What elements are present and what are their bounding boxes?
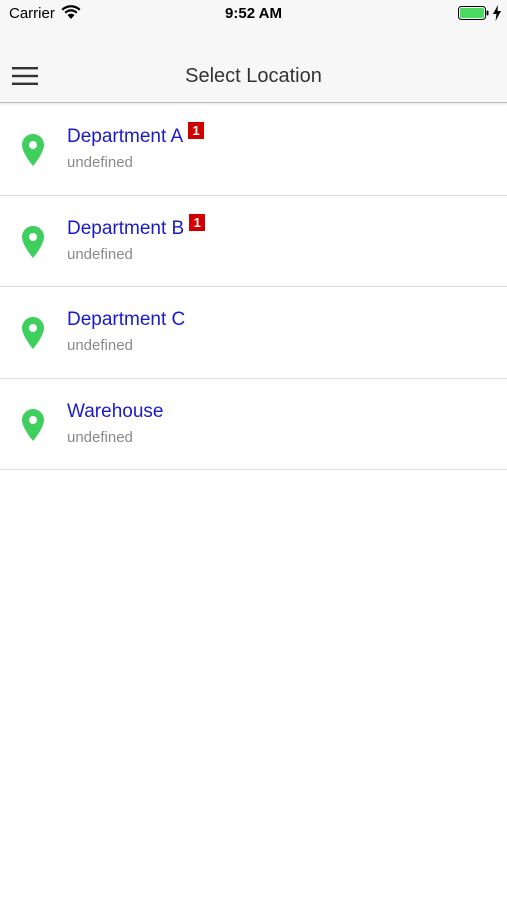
notification-badge: 1: [189, 213, 206, 231]
location-subtitle: undefined: [67, 428, 133, 446]
location-pin-icon: [22, 134, 44, 166]
status-time: 9:52 AM: [225, 5, 282, 22]
location-name-label: Department B: [67, 217, 185, 239]
location-list: Department A 1 undefined Department B 1 …: [0, 104, 507, 470]
location-name-label: Department A: [67, 126, 184, 147]
location-item[interactable]: Department C undefined: [0, 287, 507, 379]
battery-icon: [458, 6, 489, 20]
location-name-label: Warehouse: [67, 400, 164, 422]
location-name-label: Department C: [67, 309, 186, 330]
location-item[interactable]: Department B 1 undefined: [0, 196, 507, 287]
location-pin-icon: [22, 225, 44, 258]
location-pin-icon: [22, 317, 44, 349]
notification-badge: 1: [188, 122, 205, 139]
location-name: Department A 1: [67, 122, 205, 148]
location-item[interactable]: Warehouse undefined: [0, 379, 507, 470]
location-subtitle: undefined: [67, 245, 133, 263]
location-item[interactable]: Department A 1 undefined: [0, 104, 507, 196]
navigation-bar: Select Location: [0, 28, 507, 103]
location-name: Department C: [67, 309, 185, 331]
location-pin-icon: [22, 408, 44, 441]
location-name: Warehouse: [67, 401, 163, 423]
location-subtitle: undefined: [67, 154, 133, 171]
charging-bolt-icon: [493, 5, 501, 21]
location-subtitle: undefined: [67, 337, 133, 354]
page-title: Select Location: [185, 65, 322, 87]
status-bar: Carrier 9:52 AM: [0, 0, 507, 28]
location-name: Department B 1: [67, 213, 206, 240]
